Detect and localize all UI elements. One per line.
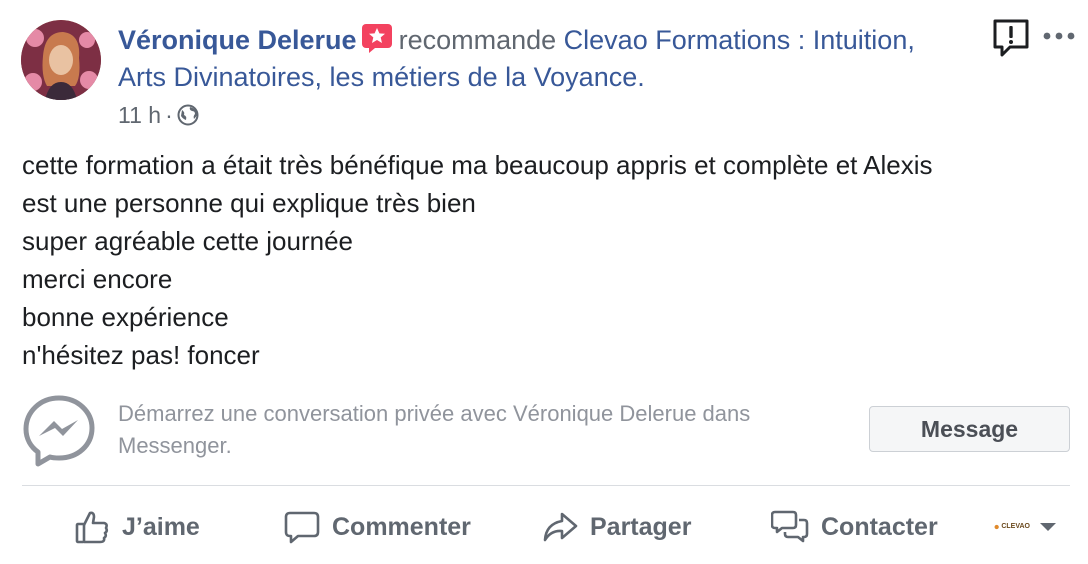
- post-text-line: n'hésitez pas! foncer: [22, 340, 260, 370]
- page-name-part1[interactable]: Clevao Formations : Intuition,: [564, 25, 915, 55]
- post-timestamp[interactable]: 11 h: [118, 100, 161, 130]
- messenger-prompt: Démarrez une conversation privée avec Vé…: [118, 398, 858, 462]
- author-name[interactable]: Véronique Delerue: [118, 25, 357, 55]
- author-avatar[interactable]: [21, 20, 101, 100]
- chevron-down-icon: [1040, 523, 1056, 531]
- recommend-text: recommande: [398, 25, 557, 55]
- divider: [22, 485, 1070, 486]
- page-logo: CLEVAO: [994, 516, 1030, 538]
- thumbs-up-icon: [75, 511, 109, 544]
- share-arrow-icon: [543, 512, 578, 542]
- contact-chat-icon: [771, 510, 809, 543]
- globe-icon[interactable]: [177, 104, 199, 126]
- messenger-icon: [23, 395, 95, 467]
- post-body: cette formation a était très bénéfique m…: [22, 146, 1067, 374]
- share-label: Partager: [590, 512, 692, 541]
- post-text-line: cette formation a était très bénéfique m…: [22, 150, 933, 180]
- post-meta: 11 h ·: [118, 100, 199, 130]
- recommendation-post: Véronique Delerue recommande Clevao Forma…: [0, 0, 1088, 564]
- post-text-line: est une personne qui explique très bien: [22, 188, 476, 218]
- post-text-line: merci encore: [22, 264, 173, 294]
- clevao-logo-icon: [994, 524, 999, 530]
- more-dots-icon[interactable]: [1042, 26, 1076, 46]
- share-button[interactable]: Partager: [542, 497, 691, 557]
- post-text-line: bonne expérience: [22, 302, 229, 332]
- action-bar: J’aime Commenter Partager Contacter CLEV: [0, 497, 1088, 557]
- message-button[interactable]: Message: [869, 406, 1070, 452]
- comment-icon: [284, 511, 320, 544]
- comment-label: Commenter: [332, 512, 471, 541]
- contact-button[interactable]: Contacter: [771, 497, 938, 557]
- page-selector[interactable]: CLEVAO: [994, 516, 1058, 538]
- messenger-prompt-line1: Démarrez une conversation privée avec Vé…: [118, 401, 751, 426]
- post-text-line: super agréable cette journée: [22, 226, 354, 256]
- post-header: Véronique Delerue recommande Clevao Forma…: [118, 22, 978, 96]
- messenger-prompt-line2: Messenger.: [118, 433, 232, 458]
- comment-button[interactable]: Commenter: [284, 497, 471, 557]
- like-button[interactable]: J’aime: [74, 497, 200, 557]
- report-icon[interactable]: [991, 18, 1031, 58]
- contact-label: Contacter: [821, 512, 938, 541]
- star-recommend-icon: [361, 24, 392, 53]
- like-label: J’aime: [122, 512, 200, 541]
- meta-separator: ·: [165, 102, 173, 128]
- page-logo-text: CLEVAO: [1001, 523, 1030, 530]
- page-name-part2[interactable]: Arts Divinatoires, les métiers de la Voy…: [118, 62, 645, 92]
